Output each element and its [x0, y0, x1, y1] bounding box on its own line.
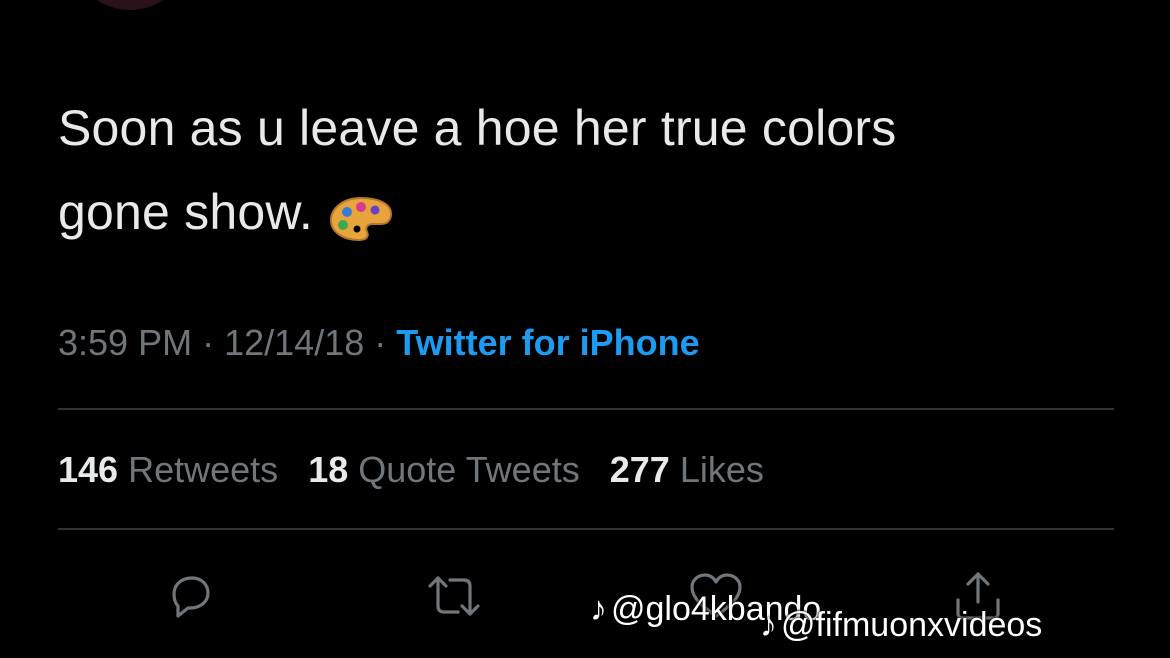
retweets-label: Retweets	[128, 449, 279, 490]
quote-tweets-count: 18	[308, 449, 349, 490]
tiktok-logo-icon: ♪	[760, 606, 777, 644]
avatar[interactable]	[70, 0, 190, 10]
watermark-second: ♪ @fifmuonxvideos	[760, 606, 1042, 645]
retweets-count: 146	[58, 449, 119, 490]
tweet-time[interactable]: 3:59 PM	[58, 322, 192, 363]
retweets-stat[interactable]: 146 Retweets	[58, 449, 278, 490]
retweet-button[interactable]	[424, 568, 484, 628]
meta-separator: ·	[202, 322, 215, 363]
engagement-stats: 146 Retweets 18 Quote Tweets 277 Likes	[58, 444, 784, 496]
divider	[58, 528, 1114, 530]
reply-icon	[162, 568, 218, 629]
tweet-text-line-2: gone show.	[58, 170, 1118, 254]
quote-tweets-stat[interactable]: 18 Quote Tweets	[308, 449, 580, 490]
meta-separator: ·	[374, 322, 387, 363]
tweet-metadata: 3:59 PM · 12/14/18 · Twitter for iPhone	[58, 318, 700, 368]
tweet-text-line-2-text: gone show.	[58, 184, 313, 240]
quote-tweets-label: Quote Tweets	[358, 449, 580, 490]
divider	[58, 408, 1114, 410]
likes-label: Likes	[679, 449, 764, 490]
tiktok-logo-icon: ♪	[590, 590, 607, 628]
artist-palette-emoji-icon	[327, 185, 395, 241]
likes-count: 277	[609, 449, 670, 490]
tweet-text-line-1: Soon as u leave a hoe her true colors	[58, 100, 897, 156]
tweet-source-link[interactable]: Twitter for iPhone	[396, 322, 699, 363]
reply-button[interactable]	[160, 568, 220, 628]
tweet-text: Soon as u leave a hoe her true colors go…	[58, 86, 1118, 254]
retweet-icon	[422, 568, 486, 629]
likes-stat[interactable]: 277 Likes	[610, 449, 764, 490]
watermark-second-handle: @fifmuonxvideos	[781, 606, 1043, 644]
tweet-date[interactable]: 12/14/18	[224, 322, 364, 363]
